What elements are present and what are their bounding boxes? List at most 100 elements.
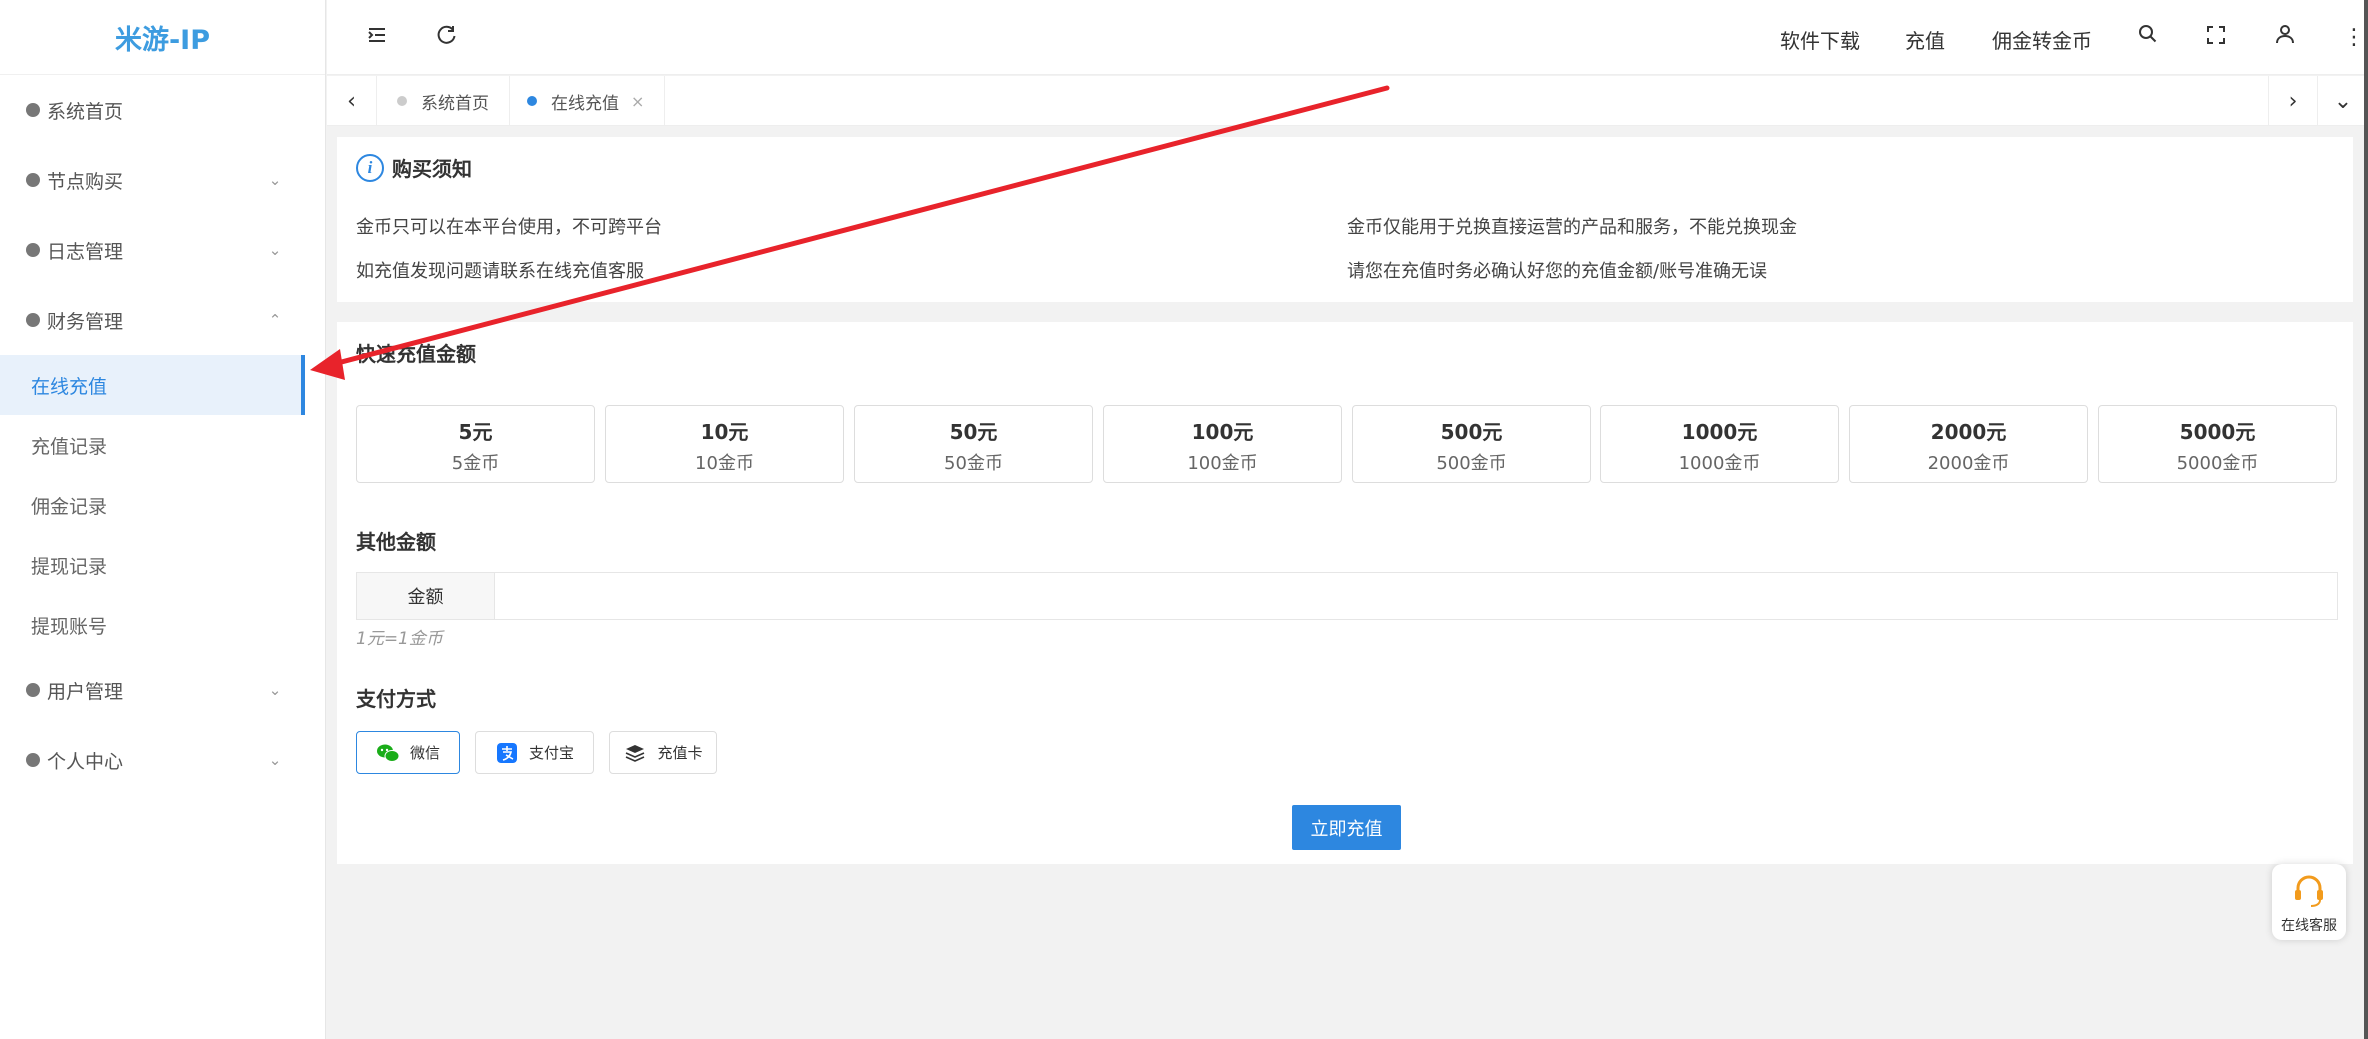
wechat-icon [376,742,400,764]
bullet-icon [26,103,40,117]
amount-yuan: 5元 [458,420,493,444]
sidebar-item-user-management[interactable]: 用户管理 ⌄ [0,655,325,725]
sidebar-item-label: 财务管理 [47,310,124,333]
amount-option[interactable]: 10元 10金币 [605,405,844,483]
window-edge [2364,0,2368,1039]
quick-amount-title: 快速充值金额 [356,342,476,366]
notice-line: 金币只可以在本平台使用，不可跨平台 [356,217,662,238]
bullet-icon [26,243,40,257]
amount-option[interactable]: 2000元 2000金币 [1849,405,2088,483]
menu-fold-icon[interactable] [363,24,391,52]
bullet-icon [26,683,40,697]
amount-input[interactable] [495,573,2337,619]
fullscreen-icon[interactable] [2202,24,2230,52]
notice-line: 请您在充值时务必确认好您的充值金额/账号准确无误 [1347,261,1768,282]
sidebar-item-personal-center[interactable]: 个人中心 ⌄ [0,725,325,795]
amount-option[interactable]: 50元 50金币 [854,405,1093,483]
tab-dot-icon [527,96,537,106]
sidebar-item-label: 用户管理 [47,680,124,703]
amount-input-row: 金额 [356,572,2338,620]
amount-coin: 2000金币 [1927,453,2010,474]
tab-scroll-right-icon[interactable]: › [2268,76,2318,126]
amount-option[interactable]: 100元 100金币 [1103,405,1342,483]
sidebar-item-online-recharge[interactable]: 在线充值 [0,355,305,415]
tab-label: 系统首页 [421,93,489,114]
card-icon [623,742,647,764]
sidebar-item-withdraw-account[interactable]: 提现账号 [0,595,325,655]
amount-coin: 5000金币 [2176,453,2259,474]
bullet-icon [26,753,40,767]
amount-option[interactable]: 5000元 5000金币 [2098,405,2337,483]
alipay-icon [495,742,519,764]
sidebar-item-label: 系统首页 [47,100,124,123]
pay-alipay-button[interactable]: 支付宝 [475,731,594,774]
sidebar: 米游-IP 系统首页 节点购买 ⌄ 日志管理 ⌄ 财务管理 ⌃ 在线充值 充值记… [0,0,326,1039]
tab-label: 在线充值 [551,93,619,114]
amount-yuan: 5000元 [2179,420,2256,444]
exchange-rate-hint: 1元=1金币 [356,629,443,649]
sidebar-item-withdraw-records[interactable]: 提现记录 [0,535,325,595]
tab-online-recharge[interactable]: 在线充值 × [507,76,666,126]
payment-method-title: 支付方式 [356,687,436,711]
amount-option[interactable]: 500元 500金币 [1352,405,1591,483]
sidebar-item-recharge-records[interactable]: 充值记录 [0,415,325,475]
chevron-up-icon: ⌃ [268,311,282,329]
sidebar-item-commission-records[interactable]: 佣金记录 [0,475,325,535]
chevron-down-icon: ⌄ [268,751,282,769]
close-icon[interactable]: × [631,92,644,111]
tab-scroll-left-icon[interactable]: ‹ [327,76,377,126]
sidebar-item-label: 个人中心 [47,750,124,773]
submit-recharge-button[interactable]: 立即充值 [1292,805,1401,850]
amount-yuan: 50元 [949,420,998,444]
pay-method-label: 支付宝 [528,744,574,762]
amount-yuan: 10元 [700,420,749,444]
pay-card-button[interactable]: 充值卡 [609,731,717,774]
notice-title-text: 购买须知 [392,157,472,181]
recharge-link[interactable]: 充值 [1905,25,1945,54]
sidebar-item-node-purchase[interactable]: 节点购买 ⌄ [0,145,325,215]
amount-option[interactable]: 1000元 1000金币 [1600,405,1839,483]
tab-home[interactable]: 系统首页 [377,76,510,126]
notice-line: 金币仅能用于兑换直接运营的产品和服务，不能兑换现金 [1347,217,1797,238]
amount-coin: 5金币 [451,453,500,474]
notice-title: i 购买须知 [356,153,472,182]
refresh-icon[interactable] [433,24,461,52]
sidebar-item-label: 日志管理 [47,240,124,263]
search-icon[interactable] [2134,24,2162,52]
pay-method-label: 微信 [409,744,440,762]
commission-to-coin-link[interactable]: 佣金转金币 [1992,25,2092,54]
logo[interactable]: 米游-IP [0,0,325,75]
other-amount-title: 其他金额 [356,530,436,554]
support-label: 在线客服 [2281,918,2337,934]
user-icon[interactable] [2271,24,2299,52]
amount-yuan: 100元 [1191,420,1254,444]
chevron-down-icon: ⌄ [268,171,282,189]
tab-dot-icon [397,96,407,106]
sidebar-item-label: 节点购买 [47,170,124,193]
chevron-down-icon: ⌄ [268,681,282,699]
amount-yuan: 1000元 [1681,420,1758,444]
amount-coin: 1000金币 [1678,453,1761,474]
amount-coin: 500金币 [1436,453,1507,474]
amount-option[interactable]: 5元 5金币 [356,405,595,483]
headset-icon [2272,874,2346,913]
bullet-icon [26,173,40,187]
sidebar-item-home[interactable]: 系统首页 [0,75,325,145]
bullet-icon [26,313,40,327]
tab-bar: ‹ 系统首页 在线充值 × › ⌄ [327,76,2368,126]
amount-label: 金额 [357,573,495,619]
notice-line: 如充值发现问题请联系在线充值客服 [356,261,644,282]
pay-method-label: 充值卡 [657,744,703,762]
sidebar-item-log-management[interactable]: 日志管理 ⌄ [0,215,325,285]
amount-coin: 10金币 [695,453,754,474]
amount-yuan: 500元 [1440,420,1503,444]
chevron-down-icon: ⌄ [268,241,282,259]
amount-coin: 100金币 [1187,453,1258,474]
software-download-link[interactable]: 软件下载 [1780,25,1860,54]
tab-menu-chevron-down-icon[interactable]: ⌄ [2318,76,2368,126]
online-support-widget[interactable]: 在线客服 [2272,864,2346,940]
amount-coin: 50金币 [944,453,1003,474]
info-icon: i [356,153,384,182]
pay-wechat-button[interactable]: 微信 [356,731,460,774]
sidebar-item-finance[interactable]: 财务管理 ⌃ [0,285,325,355]
